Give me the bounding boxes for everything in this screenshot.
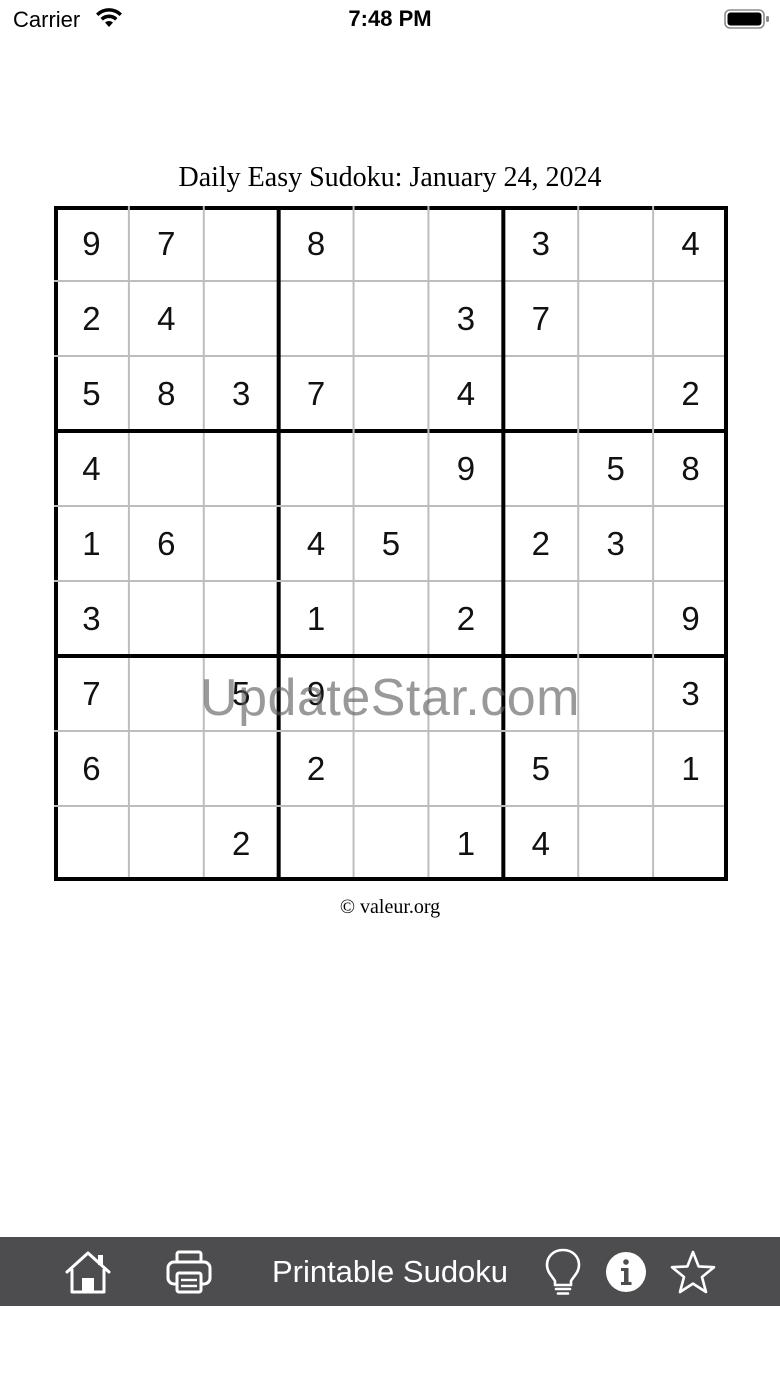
puzzle-title: Daily Easy Sudoku: January 24, 2024	[178, 162, 602, 193]
sudoku-cell-r7-c8	[578, 656, 653, 731]
sudoku-cell-r6-c5	[354, 581, 429, 656]
print-button[interactable]	[161, 1237, 217, 1306]
sudoku-cell-r1-c6	[428, 206, 503, 281]
sudoku-cell-r1-c7: 3	[531, 224, 550, 262]
sudoku-cell-r8-c1: 6	[82, 749, 101, 787]
favorite-button[interactable]	[666, 1237, 720, 1306]
hint-button[interactable]	[538, 1237, 588, 1306]
sudoku-cell-r9-c6: 1	[456, 824, 476, 862]
sudoku-cell-r2-c6: 3	[456, 299, 476, 337]
lightbulb-icon	[545, 1248, 581, 1295]
sudoku-cell-r4-c7	[503, 431, 578, 506]
sudoku-cell-r3-c4: 7	[306, 374, 326, 412]
sudoku-cell-r2-c2: 4	[157, 299, 176, 337]
sudoku-cell-r3-c2: 8	[157, 374, 176, 412]
sudoku-cell-r8-c9: 1	[681, 749, 700, 787]
sudoku-cell-r9-c1	[54, 806, 129, 881]
sudoku-cell-r3-c1: 5	[82, 374, 101, 412]
info-button[interactable]	[601, 1237, 651, 1306]
sudoku-cell-r5-c3	[204, 506, 279, 581]
status-time: 7:48 PM	[348, 6, 432, 31]
sudoku-cell-r5-c5: 5	[381, 524, 401, 562]
sudoku-cell-r6-c7	[503, 581, 578, 656]
sudoku-cell-r8-c8	[578, 731, 653, 806]
bottom-toolbar: Printable Sudoku	[0, 1237, 780, 1306]
sudoku-cell-r4-c4	[279, 431, 354, 506]
sudoku-cell-r6-c3	[204, 581, 279, 656]
sudoku-cell-r9-c9	[653, 806, 728, 881]
sudoku-cell-r5-c1: 1	[82, 524, 101, 562]
printer-icon	[166, 1250, 212, 1293]
sudoku-cell-r8-c5	[354, 731, 429, 806]
sudoku-cell-r6-c9: 9	[681, 599, 700, 637]
sudoku-cell-r2-c8	[578, 281, 653, 356]
sudoku-cell-r1-c4: 8	[306, 224, 326, 262]
sudoku-cell-r2-c4	[279, 281, 354, 356]
sudoku-cell-r3-c7	[503, 356, 578, 431]
toolbar-title: Printable Sudoku	[271, 1253, 509, 1289]
sudoku-cell-r5-c2: 6	[157, 524, 176, 562]
sudoku-cell-r2-c3	[204, 281, 279, 356]
sudoku-cell-r8-c7: 5	[531, 749, 550, 787]
sudoku-cell-r7-c1: 7	[82, 674, 101, 712]
sudoku-cell-r8-c3	[204, 731, 279, 806]
sudoku-cell-r9-c3: 2	[232, 824, 251, 862]
sudoku-cell-r7-c2	[129, 656, 204, 731]
sudoku-cell-r4-c6: 9	[456, 449, 476, 487]
sudoku-cell-r7-c3: 5	[232, 674, 251, 712]
sudoku-cell-r9-c5	[354, 806, 429, 881]
home-button[interactable]	[60, 1237, 116, 1306]
sudoku-cell-r1-c8	[578, 206, 653, 281]
sudoku-grid: 9 7 8 3 4 2 4 3 7 5 8 3 7 4 2 4 9 5 8 1 6 4 5 2 3 3 1 2 9 7 5 9 3 6 2 5 1 2 1 4	[54, 206, 728, 881]
home-icon	[65, 1251, 111, 1293]
sudoku-cell-r1-c3	[204, 206, 279, 281]
sudoku-cell-r7-c5	[354, 656, 429, 731]
info-icon	[606, 1251, 646, 1292]
sudoku-cell-r3-c3: 3	[232, 374, 251, 412]
sudoku-cell-r1-c5	[354, 206, 429, 281]
sudoku-cell-r3-c6: 4	[456, 374, 476, 412]
sudoku-cell-r6-c8	[578, 581, 653, 656]
sudoku-cell-r6-c6: 2	[456, 599, 476, 637]
sudoku-cell-r3-c8	[578, 356, 653, 431]
sudoku-cell-r1-c2: 7	[157, 224, 176, 262]
sudoku-cell-r2-c5	[354, 281, 429, 356]
sudoku-cell-r8-c2	[129, 731, 204, 806]
sudoku-cell-r1-c1: 9	[82, 224, 101, 262]
sudoku-cell-r6-c1: 3	[82, 599, 101, 637]
sudoku-cell-r2-c9	[653, 281, 728, 356]
sudoku-cell-r7-c7	[503, 656, 578, 731]
battery-icon	[724, 9, 769, 29]
copyright-text: © valeur.org	[339, 896, 441, 918]
sudoku-cell-r8-c4: 2	[306, 749, 326, 787]
sudoku-cell-r4-c3	[204, 431, 279, 506]
sudoku-cell-r5-c4: 4	[306, 524, 326, 562]
sudoku-cell-r7-c9: 3	[681, 674, 700, 712]
sudoku-cell-r5-c8: 3	[606, 524, 625, 562]
sudoku-cell-r9-c7: 4	[531, 824, 550, 862]
sudoku-cell-r2-c7: 7	[531, 299, 550, 337]
sudoku-cell-r6-c2	[129, 581, 204, 656]
star-icon	[670, 1250, 716, 1293]
sudoku-cell-r5-c6	[428, 506, 503, 581]
sudoku-cell-r4-c5	[354, 431, 429, 506]
sudoku-cell-r5-c7: 2	[531, 524, 550, 562]
status-bar: Carrier 7:48 PM	[0, 0, 780, 40]
sudoku-cell-r7-c6	[428, 656, 503, 731]
sudoku-cell-r3-c5	[354, 356, 429, 431]
sudoku-cell-r6-c4: 1	[306, 599, 326, 637]
sudoku-cell-r1-c9: 4	[681, 224, 700, 262]
sudoku-cell-r4-c2	[129, 431, 204, 506]
sudoku-cell-r9-c8	[578, 806, 653, 881]
sudoku-cell-r3-c9: 2	[681, 374, 700, 412]
sudoku-cell-r4-c1: 4	[82, 449, 101, 487]
sudoku-cell-r2-c1: 2	[82, 299, 101, 337]
sudoku-cell-r9-c4	[279, 806, 354, 881]
sudoku-cell-r9-c2	[129, 806, 204, 881]
sudoku-cell-r4-c8: 5	[606, 449, 625, 487]
sudoku-cell-r5-c9	[653, 506, 728, 581]
sudoku-cell-r8-c6	[428, 731, 503, 806]
sudoku-cell-r4-c9: 8	[681, 449, 700, 487]
sudoku-cell-r7-c4: 9	[306, 674, 326, 712]
